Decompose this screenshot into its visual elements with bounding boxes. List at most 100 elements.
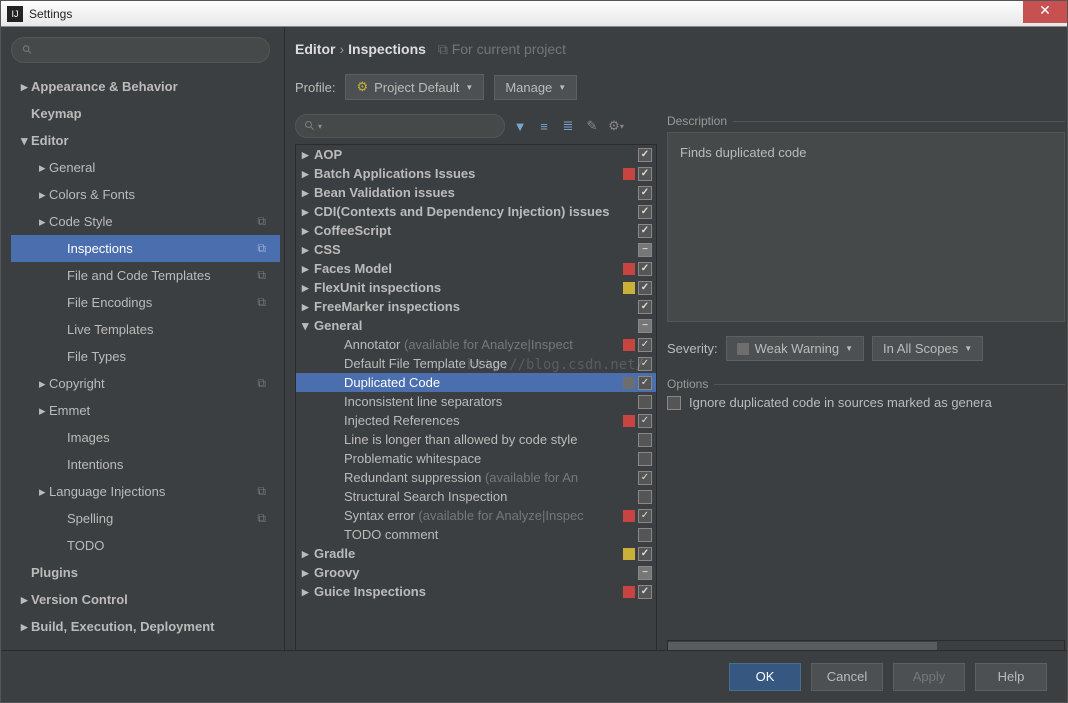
inspection-row[interactable]: ▾General — [296, 316, 656, 335]
inspection-row[interactable]: Line is longer than allowed by code styl… — [296, 430, 656, 449]
sidebar-item[interactable]: Intentions — [11, 451, 280, 478]
expand-icon[interactable]: ≡ — [535, 117, 553, 135]
window-title: Settings — [29, 7, 72, 21]
inspection-checkbox[interactable] — [638, 490, 652, 504]
inspection-checkbox[interactable] — [638, 281, 652, 295]
inspection-row[interactable]: Syntax error (available for Analyze|Insp… — [296, 506, 656, 525]
inspection-checkbox[interactable] — [638, 205, 652, 219]
inspections-search[interactable]: ▾ — [295, 114, 505, 138]
inspection-row[interactable]: Structural Search Inspection — [296, 487, 656, 506]
sidebar-item[interactable]: ▸Colors & Fonts — [11, 181, 280, 208]
inspection-row[interactable]: ▸CoffeeScript — [296, 221, 656, 240]
inspection-checkbox[interactable] — [638, 357, 652, 371]
inspection-checkbox[interactable] — [638, 566, 652, 580]
cancel-button[interactable]: Cancel — [811, 663, 883, 691]
manage-button[interactable]: Manage▼ — [494, 75, 577, 100]
inspection-row[interactable]: ▸AOP — [296, 145, 656, 164]
inspection-checkbox[interactable] — [638, 471, 652, 485]
ignore-duplicated-checkbox[interactable] — [667, 396, 681, 410]
inspection-checkbox[interactable] — [638, 395, 652, 409]
severity-combo[interactable]: Weak Warning▼ — [726, 336, 864, 361]
dialog-footer: OK Cancel Apply Help — [1, 650, 1067, 702]
inspection-row[interactable]: Duplicated Code — [296, 373, 656, 392]
gear-icon[interactable]: ⚙▾ — [607, 117, 625, 135]
sidebar-item[interactable]: ▸Code Style⧉ — [11, 208, 280, 235]
profile-label: Profile: — [295, 80, 335, 95]
inspection-row[interactable]: ▸FreeMarker inspections — [296, 297, 656, 316]
inspection-row[interactable]: Injected References — [296, 411, 656, 430]
inspection-row[interactable]: Problematic whitespace — [296, 449, 656, 468]
inspection-checkbox[interactable] — [638, 262, 652, 276]
search-icon — [22, 44, 33, 56]
scope-combo[interactable]: In All Scopes▼ — [872, 336, 983, 361]
inspection-row[interactable]: ▸Bean Validation issues — [296, 183, 656, 202]
inspection-row[interactable]: ▸CSS — [296, 240, 656, 259]
sidebar-search[interactable] — [11, 37, 270, 63]
help-button[interactable]: Help — [975, 663, 1047, 691]
sidebar-item[interactable]: ▸Version Control — [11, 586, 280, 613]
filter-icon[interactable]: ▼ — [511, 117, 529, 135]
sidebar-item[interactable]: ▸Appearance & Behavior — [11, 73, 280, 100]
inspection-row[interactable]: ▸FlexUnit inspections — [296, 278, 656, 297]
inspection-row[interactable]: ▸Gradle — [296, 544, 656, 563]
sidebar-item[interactable]: ▸General — [11, 154, 280, 181]
sidebar-item[interactable]: Plugins — [11, 559, 280, 586]
inspection-checkbox[interactable] — [638, 319, 652, 333]
sidebar-item[interactable]: File Types — [11, 343, 280, 370]
sidebar-item[interactable]: Inspections⧉ — [11, 235, 280, 262]
settings-tree[interactable]: ▸Appearance & BehaviorKeymap▾Editor▸Gene… — [11, 73, 280, 642]
inspection-checkbox[interactable] — [638, 376, 652, 390]
inspection-row[interactable]: ▸Groovy — [296, 563, 656, 582]
inspection-checkbox[interactable] — [638, 414, 652, 428]
close-button[interactable]: ✕ — [1023, 1, 1067, 23]
sidebar-item[interactable]: TODO — [11, 532, 280, 559]
sidebar-item[interactable]: Keymap — [11, 100, 280, 127]
inspection-row[interactable]: ▸Guice Inspections — [296, 582, 656, 601]
sidebar-search-input[interactable] — [39, 43, 259, 57]
inspection-checkbox[interactable] — [638, 186, 652, 200]
severity-indicator — [623, 548, 635, 560]
sidebar-item[interactable]: ▾Editor — [11, 127, 280, 154]
inspection-row[interactable]: Redundant suppression (available for An — [296, 468, 656, 487]
inspection-checkbox[interactable] — [638, 547, 652, 561]
sidebar-item[interactable]: File and Code Templates⧉ — [11, 262, 280, 289]
sidebar-item[interactable]: Images — [11, 424, 280, 451]
sidebar-item[interactable]: ▸Emmet — [11, 397, 280, 424]
inspection-checkbox[interactable] — [638, 528, 652, 542]
inspection-checkbox[interactable] — [638, 167, 652, 181]
collapse-icon[interactable]: ≣ — [559, 117, 577, 135]
inspection-checkbox[interactable] — [638, 452, 652, 466]
inspection-row[interactable]: Inconsistent line separators — [296, 392, 656, 411]
inspection-row[interactable]: TODO comment — [296, 525, 656, 544]
sidebar-item[interactable]: File Encodings⧉ — [11, 289, 280, 316]
ok-button[interactable]: OK — [729, 663, 801, 691]
inspection-checkbox[interactable] — [638, 300, 652, 314]
options-heading: Options — [667, 377, 1065, 391]
inspection-row[interactable]: Annotator (available for Analyze|Inspect — [296, 335, 656, 354]
profile-combo[interactable]: ⚙ Project Default▼ — [345, 74, 484, 100]
description-text: Finds duplicated code — [667, 132, 1065, 322]
inspection-row[interactable]: ▸Batch Applications Issues — [296, 164, 656, 183]
inspections-tree[interactable]: ▸AOP▸Batch Applications Issues▸Bean Vali… — [296, 145, 656, 651]
inspection-row[interactable]: ▸Faces Model — [296, 259, 656, 278]
inspection-checkbox[interactable] — [638, 585, 652, 599]
sidebar-item[interactable]: ▸Language Injections⧉ — [11, 478, 280, 505]
eraser-icon[interactable]: ✎ — [583, 117, 601, 135]
severity-indicator — [623, 168, 635, 180]
inspection-row[interactable]: ▸CDI(Contexts and Dependency Injection) … — [296, 202, 656, 221]
inspection-checkbox[interactable] — [638, 148, 652, 162]
apply-button[interactable]: Apply — [893, 663, 965, 691]
inspection-checkbox[interactable] — [638, 509, 652, 523]
sidebar-item[interactable]: ▸Build, Execution, Deployment — [11, 613, 280, 640]
inspection-row[interactable]: Default File Template Usage — [296, 354, 656, 373]
inspection-checkbox[interactable] — [638, 433, 652, 447]
settings-sidebar: ▸Appearance & BehaviorKeymap▾Editor▸Gene… — [1, 27, 285, 652]
inspection-checkbox[interactable] — [638, 243, 652, 257]
sidebar-item[interactable]: Spelling⧉ — [11, 505, 280, 532]
severity-indicator — [623, 282, 635, 294]
sidebar-item[interactable]: ▸Copyright⧉ — [11, 370, 280, 397]
inspection-checkbox[interactable] — [638, 224, 652, 238]
inspection-checkbox[interactable] — [638, 338, 652, 352]
severity-indicator — [623, 415, 635, 427]
sidebar-item[interactable]: Live Templates — [11, 316, 280, 343]
